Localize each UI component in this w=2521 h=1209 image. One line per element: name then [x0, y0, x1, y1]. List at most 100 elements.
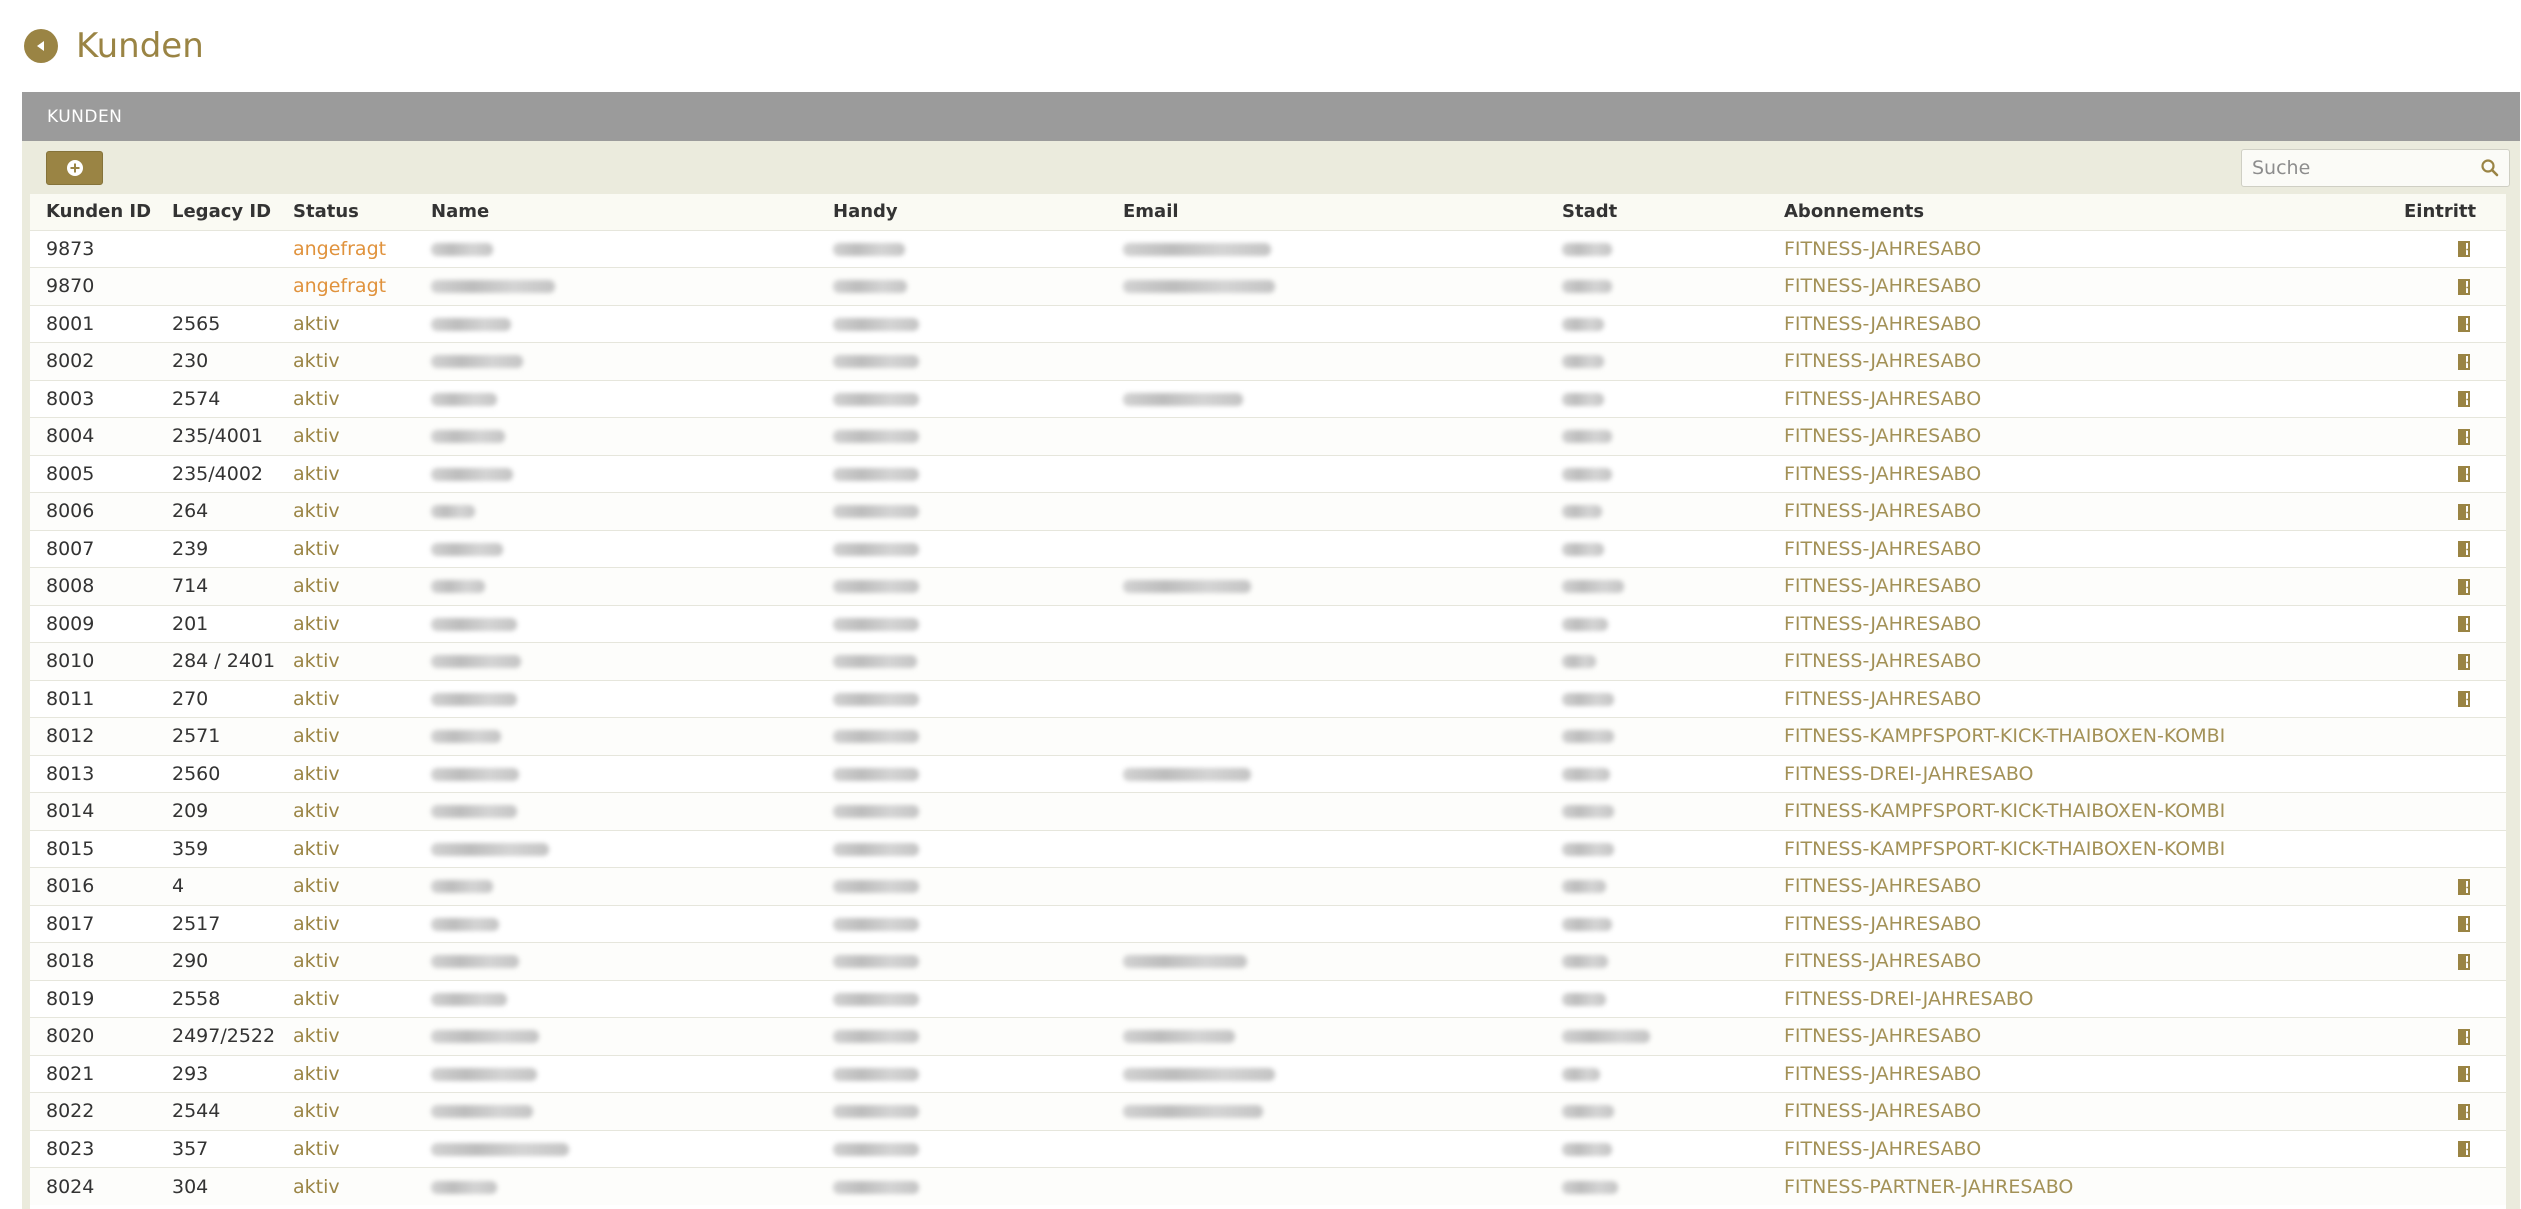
cell-abonnement[interactable]: FITNESS-JAHRESABO [1768, 1017, 2388, 1055]
column-header-stadt[interactable]: Stadt [1546, 194, 1768, 230]
magnifier-icon[interactable] [2480, 158, 2500, 178]
door-icon[interactable] [2458, 541, 2470, 558]
door-icon[interactable] [2458, 1028, 2470, 1045]
table-row[interactable]: 8019 2558 aktiv FITNESS-DREI-JAHRESABO [30, 979, 2506, 1018]
door-icon[interactable] [2458, 578, 2470, 595]
search-input[interactable] [2241, 148, 2510, 187]
cell-abonnement[interactable]: FITNESS-JAHRESABO [1768, 867, 2388, 905]
table-row[interactable]: 8007 239 aktiv FITNESS-JAHRESABO [30, 529, 2506, 568]
column-header-eintritt[interactable]: Eintritt [2388, 194, 2506, 230]
table-row[interactable]: 8024 304 aktiv FITNESS-PARTNER-JAHRESABO [30, 1167, 2506, 1205]
door-icon[interactable] [2458, 1103, 2470, 1120]
cell-abonnement[interactable]: FITNESS-JAHRESABO [1768, 567, 2388, 605]
table-row[interactable]: 9873 angefragt FITNESS-JAHRESABO [30, 229, 2506, 268]
door-icon[interactable] [2458, 691, 2470, 708]
cell-abonnement[interactable]: FITNESS-KAMPFSPORT-KICK-THAIBOXEN-KOMBI [1768, 717, 2388, 755]
cell-abonnement[interactable]: FITNESS-JAHRESABO [1768, 1092, 2388, 1130]
cell-abonnement[interactable]: FITNESS-DREI-JAHRESABO [1768, 979, 2388, 1018]
door-icon[interactable] [2458, 241, 2470, 258]
table-row[interactable]: 8016 4 aktiv FITNESS-JAHRESABO [30, 867, 2506, 905]
table-row[interactable]: 8009 201 aktiv FITNESS-JAHRESABO [30, 604, 2506, 643]
door-icon[interactable] [2458, 878, 2470, 895]
cell-kunden-id: 8006 [30, 492, 156, 530]
cell-abonnement[interactable]: FITNESS-JAHRESABO [1768, 417, 2388, 455]
cell-abonnement[interactable]: FITNESS-KAMPFSPORT-KICK-THAIBOXEN-KOMBI [1768, 792, 2388, 830]
cell-abonnement[interactable]: FITNESS-DREI-JAHRESABO [1768, 754, 2388, 793]
column-header-kunden-id[interactable]: Kunden ID [30, 194, 156, 230]
cell-abonnement[interactable]: FITNESS-JAHRESABO [1768, 1129, 2388, 1168]
back-button[interactable] [24, 29, 58, 63]
cell-eintritt [2388, 979, 2506, 1018]
column-header-email[interactable]: Email [1107, 194, 1546, 230]
redacted-name [431, 317, 511, 331]
table-row[interactable]: 8002 230 aktiv FITNESS-JAHRESABO [30, 342, 2506, 380]
cell-stadt [1546, 979, 1768, 1018]
cell-abonnement[interactable]: FITNESS-JAHRESABO [1768, 492, 2388, 530]
cell-abonnement[interactable]: FITNESS-JAHRESABO [1768, 454, 2388, 493]
column-header-legacy-id[interactable]: Legacy ID [156, 194, 277, 230]
table-row[interactable]: 8023 357 aktiv FITNESS-JAHRESABO [30, 1129, 2506, 1168]
table-row[interactable]: 8018 290 aktiv FITNESS-JAHRESABO [30, 942, 2506, 980]
table-row[interactable]: 8011 270 aktiv FITNESS-JAHRESABO [30, 679, 2506, 718]
table-row[interactable]: 8001 2565 aktiv FITNESS-JAHRESABO [30, 304, 2506, 343]
table-row[interactable]: 8020 2497/2522 aktiv FITNESS-JAHRESABO [30, 1017, 2506, 1055]
cell-handy [817, 642, 1107, 680]
redacted-name [431, 880, 493, 894]
table-row[interactable]: 8010 284 / 2401 aktiv FITNESS-JAHRESABO [30, 642, 2506, 680]
table-row[interactable]: 8021 293 aktiv FITNESS-JAHRESABO [30, 1054, 2506, 1093]
cell-abonnement[interactable]: FITNESS-JAHRESABO [1768, 229, 2388, 268]
cell-abonnement[interactable]: FITNESS-JAHRESABO [1768, 604, 2388, 643]
cell-abonnement[interactable]: FITNESS-JAHRESABO [1768, 1054, 2388, 1093]
door-icon[interactable] [2458, 278, 2470, 295]
cell-abonnement[interactable]: FITNESS-KAMPFSPORT-KICK-THAIBOXEN-KOMBI [1768, 829, 2388, 868]
cell-abonnement[interactable]: FITNESS-JAHRESABO [1768, 904, 2388, 943]
door-icon[interactable] [2458, 391, 2470, 408]
door-icon[interactable] [2458, 1141, 2470, 1158]
door-icon[interactable] [2458, 466, 2470, 483]
column-header-name[interactable]: Name [415, 194, 817, 230]
door-icon[interactable] [2458, 953, 2470, 970]
table-row[interactable]: 8006 264 aktiv FITNESS-JAHRESABO [30, 492, 2506, 530]
cell-abonnement[interactable]: FITNESS-JAHRESABO [1768, 529, 2388, 568]
redacted-phone [833, 1030, 919, 1044]
cell-abonnement[interactable]: FITNESS-JAHRESABO [1768, 942, 2388, 980]
cell-abonnement[interactable]: FITNESS-JAHRESABO [1768, 679, 2388, 718]
table-row[interactable]: 8014 209 aktiv FITNESS-KAMPFSPORT-KICK-THAI… [30, 792, 2506, 830]
cell-abonnement[interactable]: FITNESS-JAHRESABO [1768, 267, 2388, 305]
door-icon[interactable] [2458, 316, 2470, 333]
cell-email [1107, 529, 1546, 568]
cell-abonnement[interactable]: FITNESS-PARTNER-JAHRESABO [1768, 1167, 2388, 1205]
column-header-status[interactable]: Status [277, 194, 415, 230]
add-customer-button[interactable] [46, 150, 103, 185]
table-row[interactable]: 8005 235/4002 aktiv FITNESS-JAHRESABO [30, 454, 2506, 493]
cell-email [1107, 829, 1546, 868]
redacted-name [431, 242, 493, 256]
door-icon[interactable] [2458, 428, 2470, 445]
table-row[interactable]: 9870 angefragt FITNESS-JAHRESABO [30, 267, 2506, 305]
door-icon[interactable] [2458, 616, 2470, 633]
cell-legacy-id: 2574 [156, 379, 277, 418]
door-icon[interactable] [2458, 653, 2470, 670]
door-icon[interactable] [2458, 1066, 2470, 1083]
column-header-handy[interactable]: Handy [817, 194, 1107, 230]
table-row[interactable]: 8012 2571 aktiv FITNESS-KAMPFSPORT-KICK-THA… [30, 717, 2506, 755]
table-row[interactable]: 8003 2574 aktiv FITNESS-JAHRESABO [30, 379, 2506, 418]
table-row[interactable]: 8013 2560 aktiv FITNESS-DREI-JAHRESABO [30, 754, 2506, 793]
column-header-abonnements[interactable]: Abonnements [1768, 194, 2388, 230]
door-icon[interactable] [2458, 353, 2470, 370]
cell-legacy-id: 235/4002 [156, 454, 277, 493]
cell-abonnement[interactable]: FITNESS-JAHRESABO [1768, 379, 2388, 418]
cell-abonnement[interactable]: FITNESS-JAHRESABO [1768, 642, 2388, 680]
table-row[interactable]: 8004 235/4001 aktiv FITNESS-JAHRESABO [30, 417, 2506, 455]
table-row[interactable]: 8017 2517 aktiv FITNESS-JAHRESABO [30, 904, 2506, 943]
table-row[interactable]: 8022 2544 aktiv FITNESS-JAHRESABO [30, 1092, 2506, 1130]
cell-abonnement[interactable]: FITNESS-JAHRESABO [1768, 304, 2388, 343]
cell-stadt [1546, 229, 1768, 268]
table-row[interactable]: 8015 359 aktiv FITNESS-KAMPFSPORT-KICK-THAI… [30, 829, 2506, 868]
redacted-name [431, 280, 555, 294]
door-icon[interactable] [2458, 916, 2470, 933]
door-icon[interactable] [2458, 503, 2470, 520]
table-row[interactable]: 8008 714 aktiv FITNESS-JAHRESABO [30, 567, 2506, 605]
cell-legacy-id [156, 267, 277, 305]
cell-abonnement[interactable]: FITNESS-JAHRESABO [1768, 342, 2388, 380]
